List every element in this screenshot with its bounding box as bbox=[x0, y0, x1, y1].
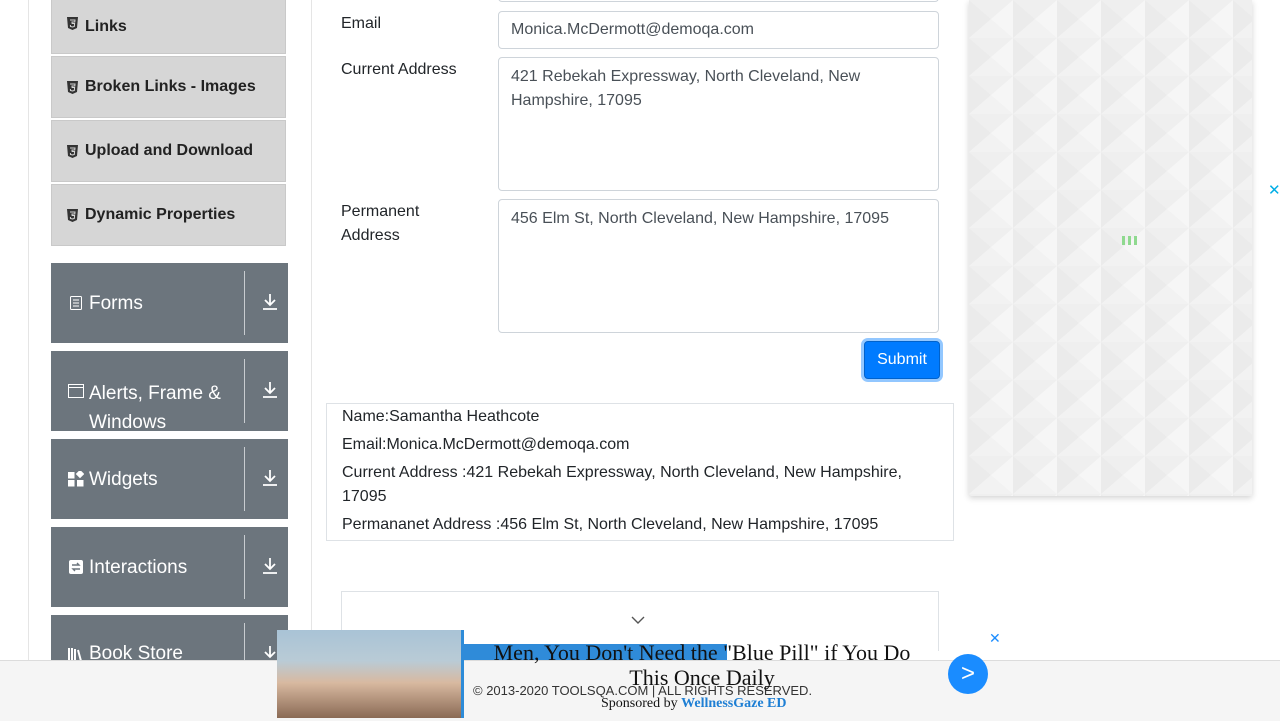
permanent-address-field[interactable]: 456 Elm St, North Cleveland, New Hampshi… bbox=[498, 199, 939, 333]
output-email: Email:Monica.McDermott@demoqa.com bbox=[342, 436, 630, 453]
ad-sponsored-prefix: Sponsored by bbox=[601, 696, 678, 711]
sidebar-group-interactions[interactable]: Interactions bbox=[51, 527, 288, 607]
sidebar-item-links[interactable]: Links bbox=[51, 0, 286, 54]
output-panel: Name:Samantha Heathcote Email:Monica.McD… bbox=[326, 403, 954, 541]
sidebar-group-widgets[interactable]: Widgets bbox=[51, 439, 288, 519]
group-label: Alerts, Frame & Windows bbox=[89, 383, 221, 433]
output-current-address: Current Address :421 Rebekah Expressway,… bbox=[342, 464, 902, 505]
sidebar-group-forms[interactable]: Forms bbox=[51, 263, 288, 343]
window-icon bbox=[68, 383, 84, 399]
group-label: Widgets bbox=[89, 468, 158, 490]
interactions-icon bbox=[68, 559, 84, 575]
close-icon[interactable]: ✕ bbox=[1268, 181, 1280, 199]
download-icon[interactable] bbox=[259, 379, 281, 401]
permanent-address-label: Permanent Address bbox=[341, 203, 420, 244]
sidebar-item-dynamic-properties[interactable]: Dynamic Properties bbox=[51, 184, 286, 246]
bottom-ad-banner[interactable]: Men, You Don't Need the "Blue Pill" if Y… bbox=[277, 630, 1007, 720]
output-permanent-address: Permananet Address :456 Elm St, North Cl… bbox=[342, 516, 879, 533]
ad-sponsor-name[interactable]: WellnessGaze ED bbox=[681, 696, 786, 711]
right-ad-banner[interactable] bbox=[969, 0, 1252, 496]
group-label: Forms bbox=[89, 292, 143, 314]
sidebar-item-upload-download[interactable]: Upload and Download bbox=[51, 120, 286, 182]
html5-icon bbox=[65, 144, 79, 158]
download-icon[interactable] bbox=[259, 291, 281, 313]
ad-next-button[interactable]: > bbox=[948, 654, 988, 694]
html5-icon bbox=[65, 80, 79, 94]
email-label: Email bbox=[341, 15, 382, 32]
form-icon bbox=[68, 295, 84, 311]
sidebar-group-alerts[interactable]: Alerts, Frame & Windows bbox=[51, 351, 288, 433]
sidebar: Links Broken Links - Images Upload and D… bbox=[28, 0, 312, 720]
current-address-label: Current Address bbox=[341, 61, 457, 78]
group-label: Interactions bbox=[89, 556, 188, 578]
full-name-field-edge[interactable] bbox=[498, 0, 939, 2]
close-icon[interactable]: ✕ bbox=[989, 630, 1001, 647]
html5-icon bbox=[65, 208, 79, 222]
email-field[interactable] bbox=[498, 11, 939, 49]
submit-button[interactable]: Submit bbox=[864, 341, 940, 379]
download-icon[interactable] bbox=[259, 467, 281, 489]
widgets-icon bbox=[68, 471, 84, 487]
download-icon[interactable] bbox=[259, 555, 281, 577]
sidebar-item-label: Broken Links - Images bbox=[85, 78, 256, 95]
sidebar-item-label: Dynamic Properties bbox=[85, 206, 236, 223]
sidebar-item-label: Links bbox=[85, 18, 127, 35]
ad-sponsor-line: Sponsored by WellnessGaze ED bbox=[601, 696, 787, 712]
html5-icon bbox=[65, 16, 79, 30]
ad-headline[interactable]: Men, You Don't Need the "Blue Pill" if Y… bbox=[477, 640, 927, 690]
chevron-down-icon[interactable] bbox=[630, 612, 646, 630]
current-address-field[interactable]: 421 Rebekah Expressway, North Cleveland,… bbox=[498, 57, 939, 191]
sidebar-item-broken-links[interactable]: Broken Links - Images bbox=[51, 56, 286, 118]
sidebar-item-label: Upload and Download bbox=[85, 142, 253, 159]
output-name: Name:Samantha Heathcote bbox=[342, 408, 540, 425]
ad-image[interactable] bbox=[277, 630, 464, 718]
ad-pattern bbox=[969, 0, 1252, 496]
